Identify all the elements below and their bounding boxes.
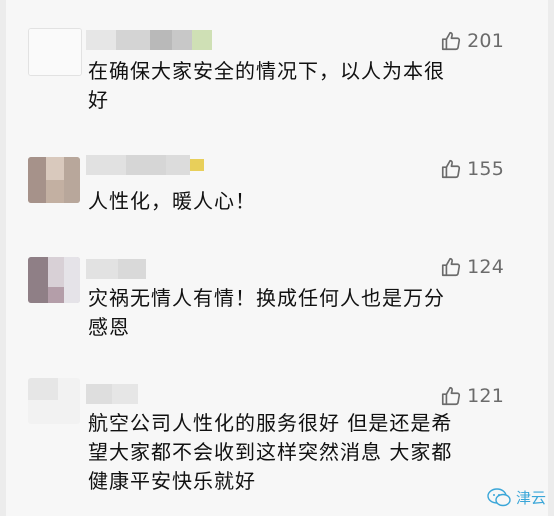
comment-item: 121 航空公司人性化的服务很好 但是还是希 望大家都不会收到这样突然消息 大家…: [6, 370, 548, 516]
like-button[interactable]: 155: [440, 157, 504, 181]
like-count: 121: [467, 385, 504, 407]
nickname-blurred: [86, 155, 212, 175]
like-button[interactable]: 124: [440, 255, 504, 279]
thumbs-up-icon: [442, 31, 461, 51]
avatar[interactable]: [28, 378, 80, 424]
thumbs-up-icon: [442, 159, 461, 179]
nickname-blurred: [86, 259, 212, 279]
comment-text: 灾祸无情人有情！换成任何人也是万分 感恩: [88, 286, 445, 339]
like-count: 155: [467, 158, 504, 180]
avatar[interactable]: [28, 157, 80, 203]
comments-panel: 201 在确保大家安全的情况下，以人为本很 好 155 人性化，暖人心！ 124…: [6, 0, 548, 516]
wechat-bubble-icon: [487, 487, 511, 506]
comment-text: 在确保大家安全的情况下，以人为本很 好: [88, 59, 445, 112]
thumbs-up-icon: [442, 257, 461, 277]
comment-item: 155 人性化，暖人心！: [6, 145, 548, 255]
comment-item: 124 灾祸无情人有情！换成任何人也是万分 感恩: [6, 255, 548, 370]
comment-item: 201 在确保大家安全的情况下，以人为本很 好: [6, 0, 548, 145]
like-count: 124: [467, 256, 504, 278]
like-button[interactable]: 121: [440, 384, 504, 408]
nickname-blurred: [86, 30, 212, 50]
like-button[interactable]: 201: [440, 29, 504, 53]
comment-text: 人性化，暖人心！: [88, 189, 256, 213]
avatar[interactable]: [28, 257, 80, 303]
like-count: 201: [467, 30, 504, 52]
comment-text: 航空公司人性化的服务很好 但是还是希 望大家都不会收到这样突然消息 大家都 健康…: [88, 411, 453, 493]
avatar[interactable]: [28, 28, 82, 76]
watermark-text: 津云: [515, 489, 546, 507]
thumbs-up-icon: [442, 386, 461, 406]
nickname-blurred: [86, 384, 212, 404]
watermark: 津云: [487, 487, 546, 508]
